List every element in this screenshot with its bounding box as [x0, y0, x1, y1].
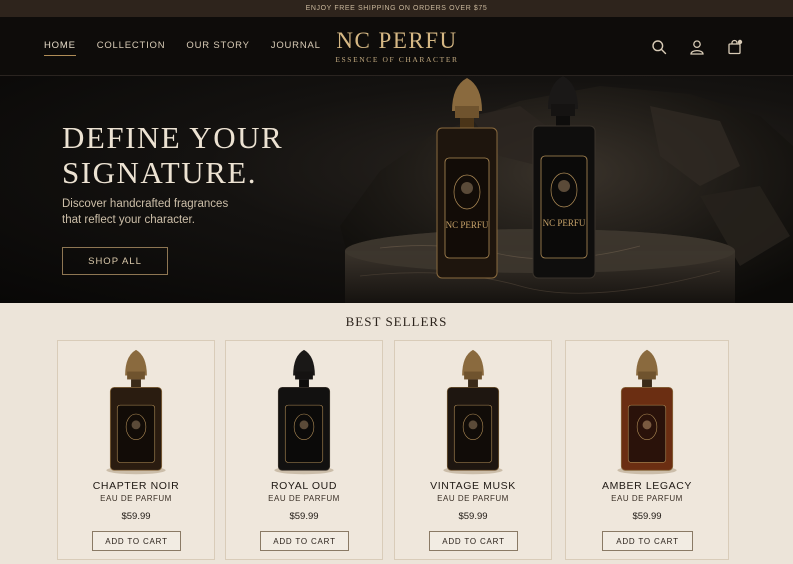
product-price: $59.99 — [289, 511, 319, 522]
product-card[interactable]: ROYAL OUD EAU DE PARFUM $59.99 ADD TO CA… — [225, 340, 383, 560]
product-bottle-image — [274, 349, 334, 475]
hero-subtitle-line1: Discover handcrafted fragrances — [62, 198, 229, 210]
promo-text: ENJOY FREE SHIPPING ON ORDERS OVER $75 — [305, 5, 488, 12]
account-icon[interactable] — [689, 39, 705, 55]
product-price: $59.99 — [632, 511, 662, 522]
nav-our-story[interactable]: OUR STORY — [186, 40, 249, 56]
hero-bottle-left-label: NC PERFU — [446, 220, 489, 230]
search-icon[interactable] — [651, 39, 667, 55]
product-name[interactable]: CHAPTER NOIR — [58, 480, 214, 492]
hero-bottle-right-label: NC PERFU — [543, 218, 586, 228]
product-type: EAU DE PARFUM — [100, 494, 172, 503]
hero-title-line1: DEFINE YOUR — [62, 120, 284, 155]
product-bottle-image — [106, 349, 166, 475]
add-to-cart-button[interactable]: ADD TO CART — [92, 531, 181, 551]
hero-subtitle-line2: that reflect your character. — [62, 214, 195, 226]
promo-bar: ENJOY FREE SHIPPING ON ORDERS OVER $75 — [0, 0, 793, 17]
product-price: $59.99 — [121, 511, 151, 522]
hero-title: DEFINE YOUR SIGNATURE. — [62, 120, 283, 190]
product-name[interactable]: VINTAGE MUSK — [395, 480, 551, 492]
product-card[interactable]: AMBER LEGACY EAU DE PARFUM $59.99 ADD TO… — [565, 340, 729, 560]
product-price: $59.99 — [458, 511, 488, 522]
hero-title-line2: SIGNATURE. — [62, 155, 257, 190]
hero-subtitle: Discover handcrafted fragrances that ref… — [62, 196, 262, 228]
best-sellers-title: BEST SELLERS — [345, 314, 448, 329]
brand-logo[interactable]: NC PERFU ESSENCE OF CHARACTER — [300, 28, 494, 65]
product-bottle-image — [617, 349, 677, 475]
product-card[interactable]: CHAPTER NOIR EAU DE PARFUM $59.99 ADD TO… — [57, 340, 215, 560]
header-icons — [651, 39, 743, 55]
shop-all-button[interactable]: SHOP ALL — [62, 247, 168, 275]
cart-icon[interactable] — [727, 39, 743, 55]
hero-bottle-right: NC PERFU — [532, 76, 596, 279]
add-to-cart-button[interactable]: ADD TO CART — [429, 531, 518, 551]
product-type: EAU DE PARFUM — [611, 494, 683, 503]
brand-name: NC PERFU — [336, 28, 458, 53]
add-to-cart-button[interactable]: ADD TO CART — [260, 531, 349, 551]
brand-tagline: ESSENCE OF CHARACTER — [335, 55, 459, 64]
product-type: EAU DE PARFUM — [268, 494, 340, 503]
product-type: EAU DE PARFUM — [437, 494, 509, 503]
site-header: HOME COLLECTION OUR STORY JOURNAL NC PER… — [0, 17, 793, 76]
hero-bottle-left: NC PERFU — [436, 78, 498, 279]
nav-home[interactable]: HOME — [44, 40, 76, 56]
product-card[interactable]: VINTAGE MUSK EAU DE PARFUM $59.99 ADD TO… — [394, 340, 552, 560]
product-name[interactable]: ROYAL OUD — [226, 480, 382, 492]
product-name[interactable]: AMBER LEGACY — [566, 480, 728, 492]
main-nav: HOME COLLECTION OUR STORY JOURNAL — [44, 40, 342, 56]
product-bottle-image — [443, 349, 503, 475]
nav-collection[interactable]: COLLECTION — [97, 40, 166, 56]
add-to-cart-button[interactable]: ADD TO CART — [602, 531, 693, 551]
hero-banner: NC PERFU NC PERFU DEFINE YOUR SIGNATURE.… — [0, 76, 793, 303]
